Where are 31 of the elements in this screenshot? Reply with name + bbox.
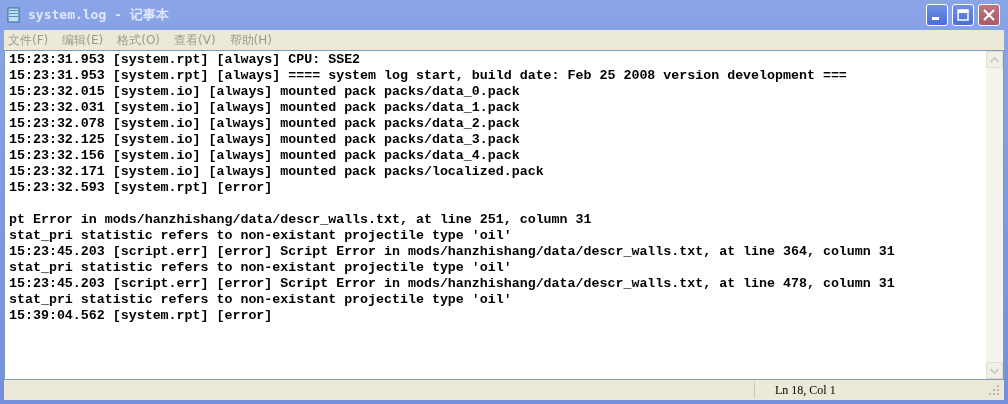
log-line: 15:23:32.593 [system.rpt] [error] (9, 180, 274, 196)
log-line: stat_pri statistic refers to non-existant projectile type 'oil' (9, 260, 513, 276)
maximize-icon (957, 9, 969, 21)
log-line: 15:23:32.078 [system.io] [always] mounted pack packs/data_2.pack (9, 116, 521, 132)
log-line: 15:23:32.156 [system.io] [always] mounted pack packs/data_4.pack (9, 148, 521, 164)
log-line: pt Error in mods/hanzhishang/data/descr_walls.txt, at line 251, column 31 (9, 212, 593, 228)
minimize-button[interactable] (926, 4, 948, 26)
close-icon (983, 9, 995, 21)
close-button[interactable] (978, 4, 1000, 26)
menu-item[interactable]: 文件(F) (8, 31, 49, 49)
menu-item[interactable]: 查看(V) (174, 31, 216, 49)
log-line: 15:23:45.203 [script.err] [error] Script Error in mods/hanzhishang/data/descr_walls.txt, at line 478, column 31 (9, 276, 896, 292)
notepad-icon (6, 7, 22, 23)
log-line: stat_pri statistic refers to non-existant projectile type 'oil' (9, 228, 513, 244)
cursor-position: Ln 18, Col 1 (775, 382, 836, 399)
menu-item[interactable]: 编辑(E) (62, 31, 104, 49)
log-line: 15:23:45.203 [script.err] [error] Script Error in mods/hanzhishang/data/descr_walls.txt, at line 364, column 31 (9, 244, 896, 260)
log-line: 15:23:32.031 [system.io] [always] mounted pack packs/data_1.pack (9, 100, 521, 116)
log-line: 15:23:32.015 [system.io] [always] mounted pack packs/data_0.pack (9, 84, 521, 100)
log-line: stat_pri statistic refers to non-existant projectile type 'oil' (9, 292, 513, 308)
log-line: 15:23:31.953 [system.rpt] [always] CPU: SSE2 (9, 52, 362, 68)
resize-grip-icon[interactable] (988, 384, 1000, 396)
log-line: 15:23:32.125 [system.io] [always] mounted pack packs/data_3.pack (9, 132, 521, 148)
maximize-button[interactable] (952, 4, 974, 26)
log-line: 15:23:31.953 [system.rpt] [always] ==== system log start, build date: Feb 25 2008 version development === (9, 68, 848, 84)
log-line: 15:39:04.562 [system.rpt] [error] (9, 308, 274, 324)
menu-item[interactable]: 格式(O) (117, 31, 161, 49)
menu-item[interactable]: 帮助(H) (229, 31, 272, 49)
window-title: system.log - 记事本 (28, 6, 169, 25)
log-line: 15:23:32.171 [system.io] [always] mounted pack packs/localized.pack (9, 164, 545, 180)
minimize-icon (932, 17, 939, 20)
